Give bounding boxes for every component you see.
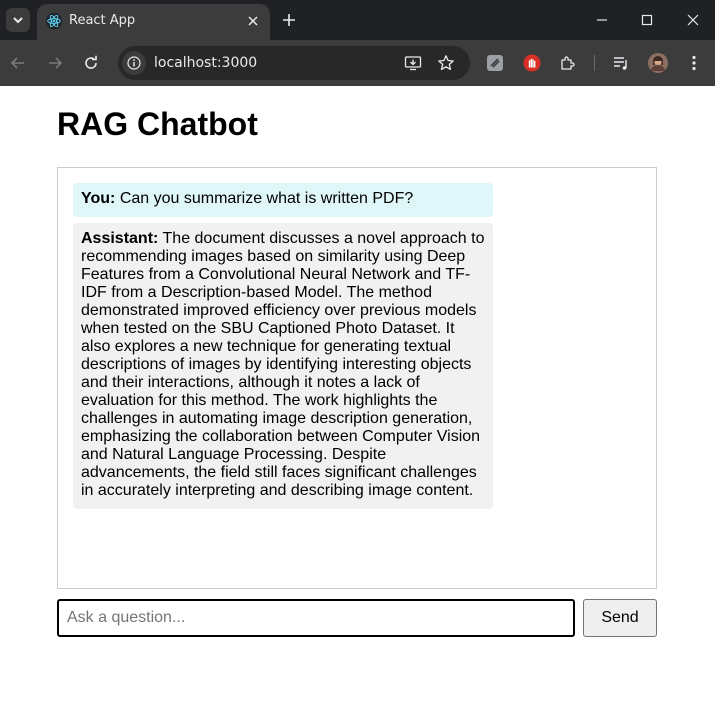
react-logo-icon [45, 12, 63, 30]
extensions-button[interactable] [558, 53, 578, 73]
minimize-icon [597, 19, 607, 21]
send-button[interactable]: Send [583, 599, 657, 637]
back-button[interactable] [8, 53, 28, 73]
address-bar[interactable]: localhost:3000 [118, 46, 470, 80]
puzzle-icon [561, 56, 575, 70]
browser-menu-button[interactable] [684, 53, 704, 73]
chat-window[interactable]: You: Can you summarize what is written P… [57, 167, 657, 589]
avatar [648, 53, 668, 73]
forward-button[interactable] [45, 53, 65, 73]
url-text[interactable]: localhost:3000 [154, 55, 257, 71]
message-text: The document discusses a novel approach … [81, 230, 485, 499]
browser-tab[interactable]: React App [37, 4, 270, 40]
close-icon [248, 16, 258, 26]
maximize-button[interactable] [637, 10, 657, 30]
forward-arrow-icon [49, 57, 63, 69]
tab-title: React App [69, 13, 136, 28]
browser-toolbar: localhost:3000 [0, 40, 715, 86]
new-tab-button[interactable] [280, 11, 298, 29]
question-input[interactable] [57, 599, 575, 637]
info-icon [127, 56, 141, 70]
bookmark-button[interactable] [437, 54, 455, 72]
chevron-down-icon [13, 17, 23, 24]
page-content: RAG Chatbot You: Can you summarize what … [0, 86, 715, 720]
kebab-menu-icon [692, 55, 696, 71]
close-icon [687, 14, 699, 26]
site-info-button[interactable] [122, 51, 146, 75]
plus-icon [283, 14, 295, 26]
reload-icon [85, 55, 97, 69]
media-control-button[interactable] [611, 53, 631, 73]
close-window-button[interactable] [683, 10, 703, 30]
browser-titlebar: React App [0, 0, 715, 40]
minimize-button[interactable] [592, 10, 612, 30]
tab-close-button[interactable] [244, 12, 262, 30]
install-app-button[interactable] [404, 54, 422, 72]
install-app-icon [404, 56, 422, 71]
reload-button[interactable] [81, 53, 101, 73]
star-icon [438, 55, 454, 71]
extension-button[interactable] [522, 53, 542, 73]
tab-search-button[interactable] [6, 8, 30, 32]
media-control-icon [614, 57, 627, 70]
profile-button[interactable] [648, 53, 668, 73]
stop-hand-extension-icon [523, 54, 541, 72]
extension-button[interactable] [485, 53, 505, 73]
back-arrow-icon [10, 57, 24, 69]
assistant-message: Assistant: The document discusses a nove… [73, 223, 493, 509]
message-speaker: You: [81, 190, 116, 207]
message-text: Can you summarize what is written PDF? [119, 190, 414, 207]
maximize-icon [641, 14, 653, 26]
page-title: RAG Chatbot [57, 106, 258, 142]
message-speaker: Assistant: [81, 230, 159, 247]
user-message: You: Can you summarize what is written P… [73, 183, 493, 217]
toolbar-separator [594, 55, 595, 71]
gray-extension-icon [487, 55, 503, 71]
